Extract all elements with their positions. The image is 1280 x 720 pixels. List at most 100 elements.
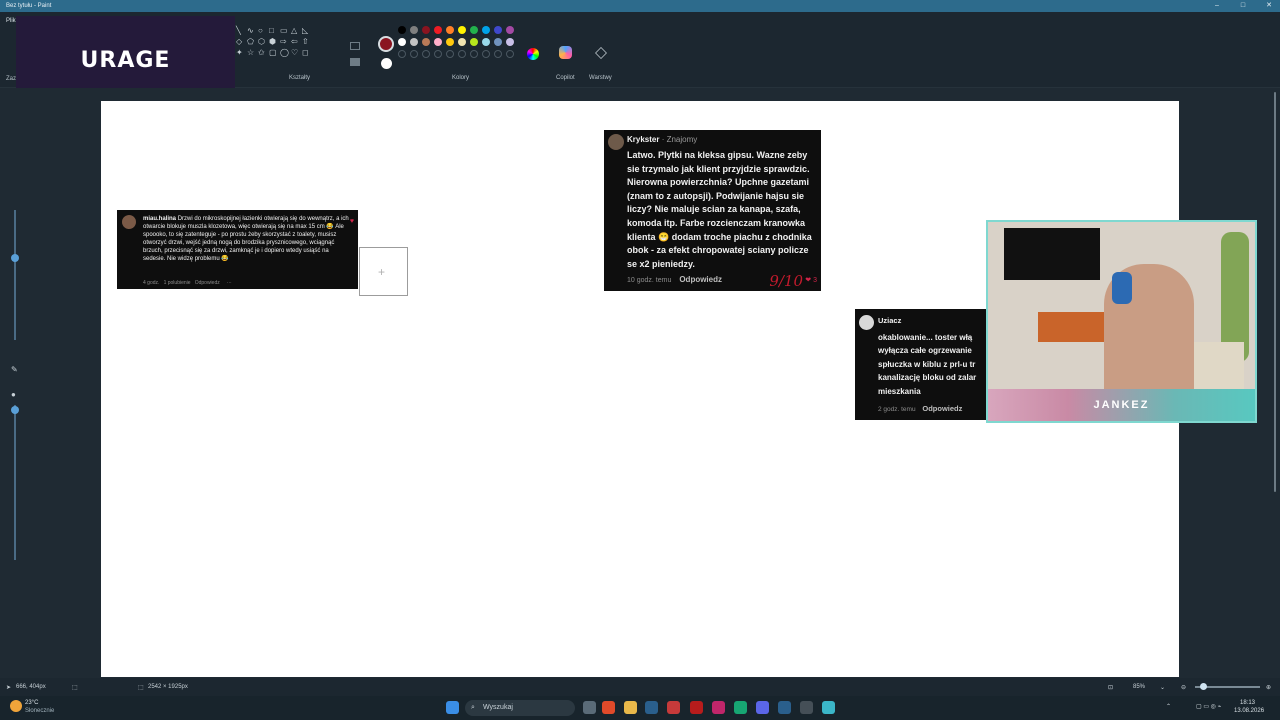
color-swatch[interactable] (482, 50, 490, 58)
fill-icon[interactable] (350, 58, 360, 66)
shape-tool-icon[interactable]: ⇧ (302, 37, 313, 48)
shape-tool-icon[interactable]: ╲ (236, 26, 247, 37)
shape-tool-icon[interactable]: ∿ (247, 26, 258, 37)
tray-chevron-icon[interactable]: ⌃ (1166, 703, 1171, 710)
app-icon[interactable] (690, 701, 703, 714)
size-slider-thumb[interactable] (11, 254, 19, 262)
color-swatch[interactable] (506, 50, 514, 58)
minimize-icon[interactable]: – (1208, 0, 1226, 12)
shape-tool-icon[interactable]: ⇨ (280, 37, 291, 48)
color-swatch[interactable] (458, 38, 466, 46)
scrollbar-thumb[interactable] (1274, 92, 1276, 492)
shape-tool-icon[interactable]: ○ (258, 26, 269, 37)
color-swatch[interactable] (482, 26, 490, 34)
brave-icon[interactable] (602, 701, 615, 714)
color-swatch[interactable] (434, 26, 442, 34)
color-swatch[interactable] (494, 26, 502, 34)
zoom-slider-thumb[interactable] (1200, 683, 1207, 690)
vertical-scrollbar[interactable] (1272, 92, 1278, 678)
discord-icon[interactable] (756, 701, 769, 714)
color-swatch[interactable] (410, 38, 418, 46)
color-swatch[interactable] (422, 50, 430, 58)
opacity-slider-track[interactable] (14, 405, 16, 560)
menu-file[interactable]: Plik (6, 18, 16, 24)
primary-color-swatch[interactable] (378, 36, 394, 52)
start-icon[interactable] (446, 701, 459, 714)
edit-colors-icon[interactable] (527, 48, 539, 60)
explorer-icon[interactable] (624, 701, 637, 714)
color-swatch[interactable] (506, 26, 514, 34)
close-icon[interactable]: ✕ (1260, 0, 1278, 12)
app-icon[interactable] (734, 701, 747, 714)
size-slider-track[interactable] (14, 210, 16, 340)
zoom-dropdown-icon[interactable]: ⌄ (1160, 684, 1165, 691)
reply-link[interactable]: Odpowiedz (679, 275, 722, 284)
app-icon[interactable] (667, 701, 680, 714)
color-swatch[interactable] (398, 38, 406, 46)
shape-tool-icon[interactable]: ⇦ (291, 37, 302, 48)
heart-icon[interactable]: ♥ (350, 218, 354, 226)
color-swatch[interactable] (410, 26, 418, 34)
shape-tool-icon[interactable]: ◺ (302, 26, 313, 37)
reply-link[interactable]: Odpowiedz (922, 404, 962, 413)
app-icon[interactable] (712, 701, 725, 714)
reply-link[interactable]: Odpowiedz (195, 280, 220, 286)
color-swatch[interactable] (422, 26, 430, 34)
steam-icon[interactable] (645, 701, 658, 714)
more-icon[interactable]: ··· (227, 280, 232, 286)
shape-tool-icon[interactable]: ♡ (291, 48, 302, 59)
color-swatch[interactable] (398, 26, 406, 34)
shape-tool-icon[interactable]: ⬢ (269, 37, 280, 48)
obs-icon[interactable] (800, 701, 813, 714)
color-swatch[interactable] (410, 50, 418, 58)
selection-box[interactable]: + (359, 247, 408, 296)
clock-time[interactable]: 18:13 (1240, 700, 1255, 706)
clock-date[interactable]: 13.08.2026 (1234, 708, 1264, 714)
opacity-icon[interactable]: ● (11, 390, 16, 399)
color-swatch[interactable] (422, 38, 430, 46)
color-swatch[interactable] (458, 50, 466, 58)
tray-icons[interactable]: ▢ ▭ ◎ ⌁ (1196, 703, 1221, 710)
brush-icon[interactable]: ✎ (11, 365, 18, 374)
color-swatch[interactable] (458, 26, 466, 34)
shape-tool-icon[interactable]: ✦ (236, 48, 247, 59)
fit-window-icon[interactable]: ⊡ (1108, 684, 1113, 691)
color-swatch[interactable] (470, 38, 478, 46)
shape-tool-icon[interactable]: ⬠ (247, 37, 258, 48)
color-swatch[interactable] (446, 50, 454, 58)
comment-likes[interactable]: ❤ 3 (805, 274, 817, 288)
secondary-color-swatch[interactable] (381, 58, 392, 69)
outline-icon[interactable] (350, 42, 360, 50)
shape-tool-icon[interactable]: △ (291, 26, 302, 37)
shape-tool-icon[interactable]: ▭ (280, 26, 291, 37)
color-swatch[interactable] (494, 50, 502, 58)
taskbar-search[interactable]: ⌕ Wyszukaj (465, 700, 575, 716)
color-swatch[interactable] (470, 50, 478, 58)
maximize-icon[interactable]: □ (1234, 0, 1252, 12)
shape-tool-icon[interactable]: ◯ (280, 48, 291, 59)
color-swatch[interactable] (494, 38, 502, 46)
steam-icon[interactable] (778, 701, 791, 714)
color-swatch[interactable] (434, 50, 442, 58)
zoom-out-icon[interactable]: ⊖ (1181, 684, 1186, 691)
color-swatch[interactable] (470, 26, 478, 34)
layers-icon[interactable] (595, 47, 607, 59)
shape-tool-icon[interactable]: ◻ (302, 48, 313, 59)
color-swatch[interactable] (446, 38, 454, 46)
shape-tool-icon[interactable]: ◇ (236, 37, 247, 48)
task-view-icon[interactable] (583, 701, 596, 714)
weather-icon[interactable] (10, 700, 22, 712)
color-swatch[interactable] (446, 26, 454, 34)
shape-tool-icon[interactable]: ▢ (269, 48, 280, 59)
color-swatch[interactable] (398, 50, 406, 58)
color-swatch[interactable] (482, 38, 490, 46)
shapes-gallery[interactable]: ╲ ∿ ○ □ ▭ △ ◺ ◇ ⬠ ⬡ ⬢ ⇨ ⇦ ⇧ ✦ ☆ ✩ ▢ ◯ ♡ ◻ (236, 26, 313, 59)
zoom-in-icon[interactable]: ⊕ (1266, 684, 1271, 691)
color-swatch[interactable] (434, 38, 442, 46)
color-palette[interactable] (398, 26, 518, 62)
paint-icon[interactable] (822, 701, 835, 714)
shape-tool-icon[interactable]: ☆ (247, 48, 258, 59)
zoom-level[interactable]: 85% (1133, 684, 1145, 690)
copilot-icon[interactable] (559, 46, 572, 59)
shape-tool-icon[interactable]: ✩ (258, 48, 269, 59)
